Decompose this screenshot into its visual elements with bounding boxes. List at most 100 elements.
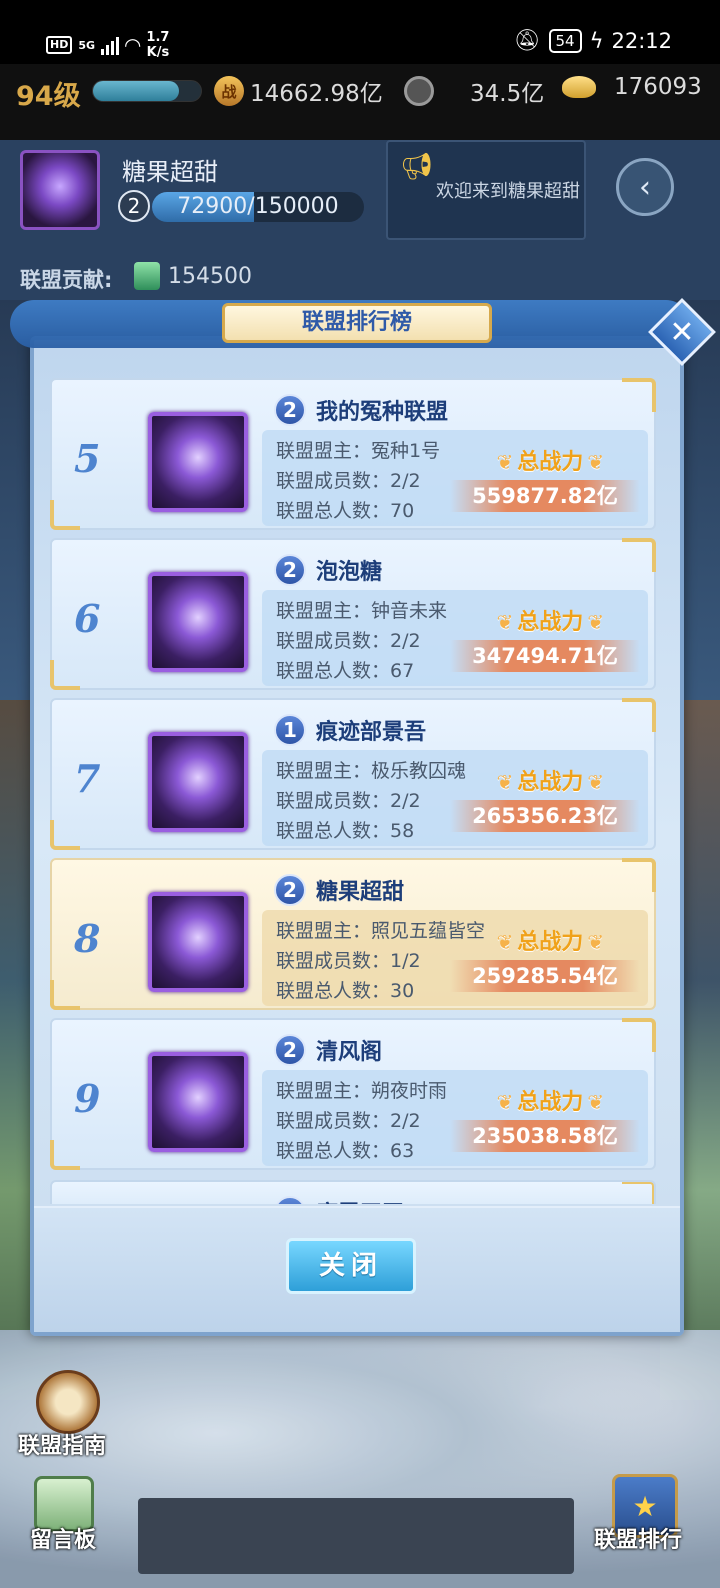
rank-number: 7: [74, 756, 101, 801]
power-value: 559877.82亿: [450, 480, 640, 512]
ranking-row[interactable]: 7 1 痕迹部景吾 联盟盟主：极乐教囚魂 联盟成员数：2/2 联盟总人数：58 …: [50, 698, 656, 850]
level-progress-bar: [92, 80, 202, 102]
power-title: 总战力: [492, 444, 608, 476]
speed-value: 1.7: [146, 30, 170, 45]
card-corner-ornament: [50, 660, 80, 690]
alliance-cloud-emblem-icon: [148, 572, 248, 672]
leader-text: 联盟盟主：钟音未来: [276, 600, 448, 622]
close-button[interactable]: 关闭: [286, 1238, 416, 1294]
clock: 22:12: [611, 28, 672, 53]
back-button[interactable]: ‹: [616, 158, 674, 216]
rank-number: 9: [74, 1076, 101, 1121]
back-arrow-icon: ‹: [639, 169, 651, 205]
alliance-emblem: [20, 150, 100, 230]
alliance-exp-bar: 72900/150000: [152, 192, 364, 222]
rank-number: 8: [74, 916, 101, 961]
speed-unit: K/s: [146, 45, 170, 60]
ranking-row-my-alliance[interactable]: 8 2 糖果超甜 联盟盟主：照见五蕴皆空 联盟成员数：1/2 联盟总人数：30 …: [50, 858, 656, 1010]
ranking-row-partial[interactable]: 1 魔霄天王: [50, 1180, 656, 1204]
total-text: 联盟总人数：70: [276, 500, 415, 522]
card-corner-ornament: [50, 500, 80, 530]
total-text: 联盟总人数：58: [276, 820, 415, 842]
contribution-icon: [134, 262, 160, 290]
megaphone-icon: 📢︎: [400, 152, 434, 182]
battery-icon: 54: [548, 28, 582, 53]
card-corner-ornament: [50, 980, 80, 1010]
guide-label[interactable]: 联盟指南: [18, 1428, 106, 1460]
ranking-list[interactable]: 5 2 我的冤种联盟 联盟盟主：冤种1号 联盟成员数：2/2 联盟总人数：70 …: [50, 368, 656, 1204]
contribution-label: 联盟贡献:: [20, 268, 113, 292]
leader-text: 联盟盟主：冤种1号: [276, 440, 441, 462]
coin-value: 34.5亿: [470, 81, 545, 107]
card-corner-ornament: [622, 698, 656, 732]
alliance-name: 痕迹部景吾: [316, 720, 427, 745]
guide-compass-icon[interactable]: [36, 1370, 100, 1434]
alliance-header: 糖果超甜 2 72900/150000 📢︎ 欢迎来到糖果超甜 ‹ 联盟贡献: …: [0, 140, 720, 300]
chat-input[interactable]: [138, 1498, 574, 1574]
resource-bar: 94级 战 14662.98亿 34.5亿 176093: [0, 64, 720, 140]
alliance-name: 糖果超甜: [122, 158, 218, 186]
coin-resource[interactable]: 34.5亿: [404, 74, 544, 108]
alliance-info-box: 联盟盟主：极乐教囚魂 联盟成员数：2/2 联盟总人数：58 总战力 265356…: [262, 750, 648, 846]
card-corner-ornament: [622, 858, 656, 892]
alliance-flame-emblem-icon: [148, 1052, 248, 1152]
card-corner-ornament: [622, 1182, 654, 1204]
ranking-label[interactable]: 联盟排行: [594, 1522, 682, 1554]
alliance-name: 糖果超甜: [316, 880, 405, 905]
ranking-row[interactable]: 5 2 我的冤种联盟 联盟盟主：冤种1号 联盟成员数：2/2 联盟总人数：70 …: [50, 378, 656, 530]
alliance-info-box: 联盟盟主：钟音未来 联盟成员数：2/2 联盟总人数：67 总战力 347494.…: [262, 590, 648, 686]
total-text: 联盟总人数：67: [276, 660, 415, 682]
alliance-count-badge: 1: [274, 714, 306, 746]
card-corner-ornament: [50, 820, 80, 850]
alliance-info-box: 联盟盟主：冤种1号 联盟成员数：2/2 联盟总人数：70 总战力 559877.…: [262, 430, 648, 526]
total-text: 联盟总人数：30: [276, 980, 415, 1002]
power-value: 265356.23亿: [450, 800, 640, 832]
alliance-flame-emblem-icon: [148, 892, 248, 992]
alliance-info-box: 联盟盟主：朔夜时雨 联盟成员数：2/2 联盟总人数：63 总战力 235038.…: [262, 1070, 648, 1166]
player-level: 94级: [16, 81, 81, 112]
alliance-info-box: 联盟盟主：照见五蕴皆空 联盟成员数：1/2 联盟总人数：30 总战力 25928…: [262, 910, 648, 1006]
power-value: 14662.98亿: [250, 81, 383, 107]
notice-box[interactable]: 📢︎ 欢迎来到糖果超甜: [386, 140, 586, 240]
rank-number: 6: [74, 596, 101, 641]
alliance-count-badge: 1: [274, 1196, 306, 1204]
power-resource[interactable]: 战 14662.98亿: [214, 74, 383, 108]
coin-icon: [404, 76, 434, 106]
power-title: 总战力: [492, 764, 608, 796]
alliance-name: 魔霄天王: [316, 1196, 404, 1204]
alliance-name: 泡泡糖: [316, 560, 383, 585]
power-title: 总战力: [492, 924, 608, 956]
charging-icon: ϟ: [589, 28, 604, 53]
wifi-icon: ◠: [125, 33, 141, 57]
network-speed: 1.7 K/s: [146, 30, 169, 60]
leader-text: 联盟盟主：极乐教囚魂: [276, 760, 467, 782]
close-icon: ✕: [669, 314, 695, 350]
power-title: 总战力: [492, 1084, 608, 1116]
message-board-label[interactable]: 留言板: [30, 1522, 96, 1554]
power-value: 347494.71亿: [450, 640, 640, 672]
members-text: 联盟成员数：2/2: [276, 790, 421, 812]
ranking-row[interactable]: 6 2 泡泡糖 联盟盟主：钟音未来 联盟成员数：2/2 联盟总人数：67 总战力…: [50, 538, 656, 690]
power-icon: 战: [214, 76, 244, 106]
leader-text: 联盟盟主：朔夜时雨: [276, 1080, 448, 1102]
alliance-name: 清风阁: [316, 1040, 383, 1065]
ranking-row[interactable]: 9 2 清风阁 联盟盟主：朔夜时雨 联盟成员数：2/2 联盟总人数：63 总战力…: [50, 1018, 656, 1170]
power-value: 235038.58亿: [450, 1120, 640, 1152]
contribution-value: 154500: [168, 264, 252, 289]
signal-icon: [101, 35, 120, 55]
alliance-exp-text: 72900/150000: [177, 194, 339, 219]
alliance-count-badge: 2: [274, 1034, 306, 1066]
ingot-resource[interactable]: 176093: [562, 74, 702, 100]
hd-icon: HD: [46, 36, 73, 54]
members-text: 联盟成员数：2/2: [276, 1110, 421, 1132]
mute-icon: 🔕︎: [513, 28, 541, 52]
ingot-value: 176093: [614, 74, 702, 100]
alliance-sword-emblem-icon: [148, 732, 248, 832]
modal-title: 联盟排行榜: [222, 303, 492, 343]
card-corner-ornament: [622, 1018, 656, 1052]
members-text: 联盟成员数：2/2: [276, 630, 421, 652]
notice-text: 欢迎来到糖果超甜: [436, 181, 580, 202]
members-text: 联盟成员数：1/2: [276, 950, 421, 972]
status-left: HD 5G ◠ 1.7 K/s: [46, 30, 169, 60]
leader-text: 联盟盟主：照见五蕴皆空: [276, 920, 486, 942]
